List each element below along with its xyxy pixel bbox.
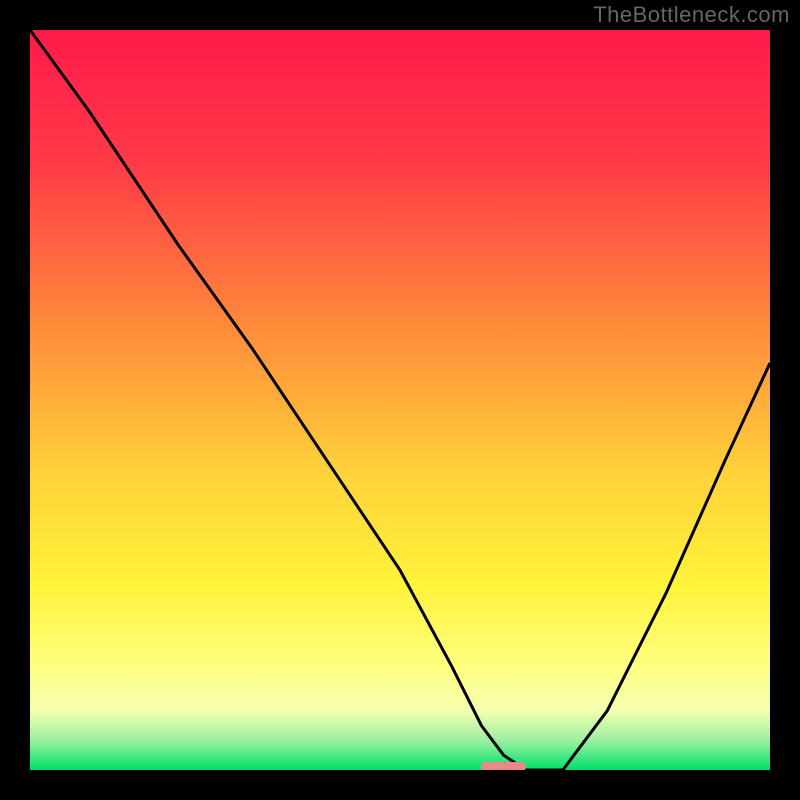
bottleneck-curve [30,30,770,770]
curve-path [30,30,770,770]
watermark-label: TheBottleneck.com [593,2,790,28]
plot-area [30,30,770,770]
chart-frame: TheBottleneck.com [0,0,800,800]
optimal-range-marker [481,762,525,770]
